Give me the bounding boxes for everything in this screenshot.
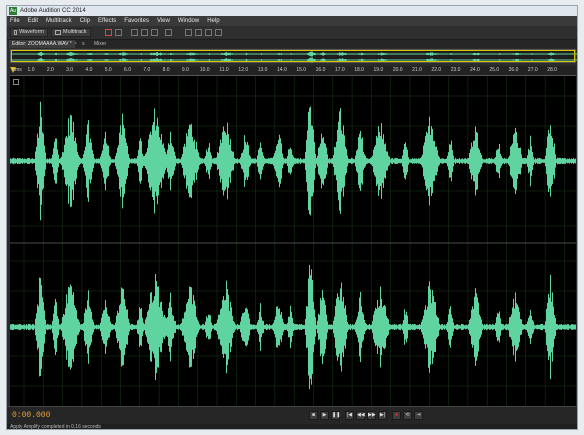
ruler-tick-label: 3.0 — [66, 67, 74, 73]
marquee-tool-icon[interactable] — [185, 29, 192, 36]
multitrack-label: Multitrack — [63, 29, 87, 35]
multitrack-view-button[interactable]: Multitrack — [51, 28, 91, 37]
menu-bar: File Edit Multitrack Clip Effects Favori… — [7, 16, 577, 26]
ruler-tick-label: 6.0 — [124, 67, 131, 73]
zoom-selection-frame[interactable] — [11, 50, 575, 62]
toolbar: Waveform Multitrack — [7, 26, 577, 40]
ruler-tick-label: 18.0 — [354, 67, 364, 73]
ruler-tick-label: 16.0 — [315, 67, 326, 73]
menu-window[interactable]: Window — [178, 16, 199, 26]
waveform-icon — [14, 30, 18, 35]
ruler-tick-label: 13.0 — [257, 67, 268, 73]
channel-toggle-icon[interactable] — [13, 79, 19, 85]
go-to-end-button[interactable]: ▶| — [378, 411, 387, 420]
razor-tool-icon[interactable] — [141, 29, 148, 36]
slip-tool-icon[interactable] — [151, 29, 158, 36]
ruler-tick-label: 19.0 — [373, 67, 384, 73]
pitch-display-icon[interactable] — [115, 29, 122, 36]
record-button[interactable]: ● — [392, 411, 401, 420]
ruler-tick-label: 10.0 — [199, 67, 210, 73]
go-to-start-button[interactable]: |◀ — [345, 411, 354, 420]
ruler-tick-label: 23.0 — [450, 67, 461, 73]
title-bar: Au Adobe Audition CC 2014 — [7, 6, 577, 16]
timecode-display: 0:00.000 — [12, 411, 51, 420]
move-tool-icon[interactable] — [131, 29, 138, 36]
ruler-tick-label: 2.0 — [46, 67, 54, 73]
ruler-tick-label: 12.0 — [238, 67, 249, 73]
window-title: Adobe Audition CC 2014 — [20, 8, 86, 14]
ruler-tick-label: 20.0 — [392, 67, 403, 73]
rewind-button[interactable]: ◀◀ — [356, 411, 365, 420]
multitrack-icon — [55, 30, 61, 35]
transport-bar: 0:00.000 ■ ▶ ❚❚ |◀ ◀◀ ▶▶ ▶| ● ⟲ ⇥ — [7, 406, 577, 425]
status-bar: Apply Amplify completed in 0.16 seconds — [7, 424, 577, 430]
ruler-tick-label: 8.0 — [162, 67, 170, 73]
menu-effects[interactable]: Effects — [98, 16, 116, 26]
overview-navigator[interactable] — [10, 49, 577, 63]
ruler-tick-label: 5.0 — [104, 67, 112, 73]
ruler-tick-label: 25.0 — [489, 67, 500, 73]
ruler-tick-label: 22.0 — [431, 67, 442, 73]
menu-file[interactable]: File — [10, 16, 20, 26]
brush-tool-icon[interactable] — [205, 29, 212, 36]
ruler-tick-label: 15.0 — [296, 67, 307, 73]
menu-edit[interactable]: Edit — [28, 16, 38, 26]
menu-clip[interactable]: Clip — [80, 16, 90, 26]
skip-selection-button[interactable]: ⇥ — [414, 411, 423, 420]
ruler-tick-label: 14.0 — [277, 67, 287, 73]
left-channel-waveform — [10, 101, 576, 221]
ruler-tick-label: 26.0 — [508, 67, 519, 73]
menu-multitrack[interactable]: Multitrack — [46, 16, 72, 26]
waveform-display[interactable] — [10, 76, 576, 406]
time-ruler[interactable]: hms 1.0 2.0 3.0 4.0 5.0 6.0 7.0 8.0 9.0 10.0 11.0 1… — [10, 66, 576, 76]
pause-button[interactable]: ❚❚ — [331, 411, 340, 420]
spot-healing-tool-icon[interactable] — [215, 29, 222, 36]
tab-editor[interactable]: Editor: ZOOMAAAA.WAV * — [9, 40, 75, 48]
waveform-editor[interactable] — [10, 76, 576, 406]
status-text: Apply Amplify completed in 0.16 seconds — [10, 424, 101, 430]
ruler-tick-label: 24.0 — [470, 67, 480, 73]
fast-forward-button[interactable]: ▶▶ — [367, 411, 376, 420]
menu-help[interactable]: Help — [207, 16, 219, 26]
ruler-tick-label: 7.0 — [143, 67, 151, 73]
ruler-tick-label: 9.0 — [181, 67, 189, 73]
right-channel-waveform — [10, 264, 576, 390]
ruler-tick-label: 27.0 — [527, 67, 538, 73]
lasso-tool-icon[interactable] — [195, 29, 202, 36]
ruler-tick-label: 1.0 — [27, 67, 35, 73]
tab-mixer[interactable]: Mixer — [91, 40, 109, 48]
ruler-unit: hms — [12, 67, 22, 73]
ruler-tick-label: 11.0 — [219, 67, 229, 73]
panel-tab-bar: Editor: ZOOMAAAA.WAV * × ≡ Mixer — [7, 40, 577, 48]
audition-window: Au Adobe Audition CC 2014 File Edit Mult… — [6, 5, 578, 430]
waveform-view-button[interactable]: Waveform — [10, 28, 48, 37]
tab-menu-icon[interactable]: ≡ — [79, 40, 88, 48]
ruler-tick-label: 28.0 — [547, 67, 557, 73]
spectral-display-icon[interactable] — [105, 29, 112, 36]
app-logo-icon: Au — [9, 7, 17, 15]
menu-favorites[interactable]: Favorites — [124, 16, 149, 26]
ruler-tick-label: 4.0 — [85, 67, 93, 73]
stop-button[interactable]: ■ — [309, 411, 318, 420]
loop-button[interactable]: ⟲ — [403, 411, 412, 420]
waveform-label: Waveform — [19, 29, 44, 35]
play-button[interactable]: ▶ — [320, 411, 329, 420]
time-selection-tool-icon[interactable] — [165, 29, 172, 36]
ruler-tick-label: 21.0 — [412, 67, 422, 73]
menu-view[interactable]: View — [157, 16, 170, 26]
ruler-tick-label: 17.0 — [334, 67, 345, 73]
